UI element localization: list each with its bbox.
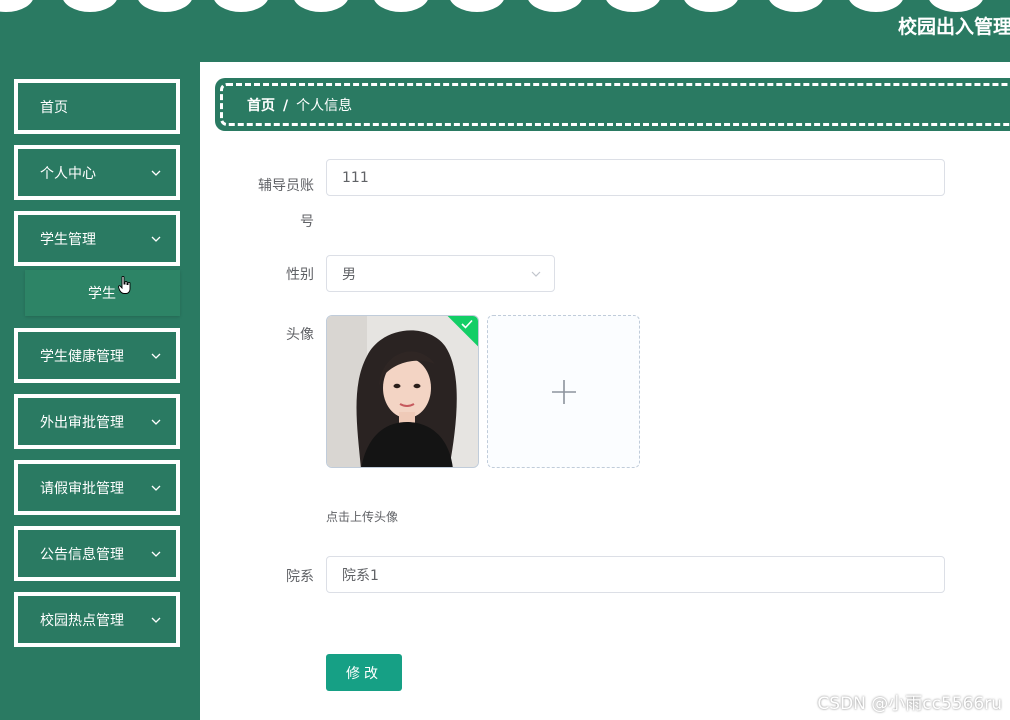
chevron-down-icon — [151, 236, 161, 242]
chevron-down-icon — [151, 485, 161, 491]
chevron-down-icon — [151, 419, 161, 425]
chevron-down-icon — [151, 170, 161, 176]
breadcrumb-current: 个人信息 — [296, 97, 353, 114]
submit-button[interactable]: 修改 — [326, 654, 402, 691]
sidebar-item-home[interactable]: 首页 — [14, 79, 180, 134]
sidebar-item-outing-approval-management[interactable]: 外出审批管理 — [14, 394, 180, 449]
breadcrumb-separator: / — [283, 97, 289, 114]
account-label-line1: 辅导员账 — [258, 178, 314, 194]
watermark-text: CSDN @小雨cc5566ru — [817, 694, 1002, 714]
avatar-photo — [327, 316, 478, 467]
sidebar-item-label: 外出审批管理 — [40, 414, 124, 431]
breadcrumb-home-link[interactable]: 首页 — [247, 98, 275, 114]
breadcrumb-trail: 首页 / 个人信息 — [247, 95, 352, 115]
department-field-label: 院系 — [286, 569, 314, 585]
sidebar-item-student-health-management[interactable]: 学生健康管理 — [14, 328, 180, 383]
chevron-down-icon — [151, 551, 161, 557]
account-label-line2: 号 — [300, 214, 314, 230]
gender-field-label: 性别 — [286, 267, 314, 283]
sidebar-item-label: 首页 — [40, 99, 68, 116]
chevron-down-icon — [151, 617, 161, 623]
avatar-preview[interactable] — [326, 315, 479, 468]
avatar-upload-button[interactable] — [487, 315, 640, 468]
sidebar-item-label: 校园热点管理 — [40, 612, 124, 629]
sidebar-item-label: 个人中心 — [40, 165, 96, 182]
sidebar-item-student-management[interactable]: 学生管理 — [14, 211, 180, 266]
site-title: 校园出入管理 — [897, 16, 1010, 38]
chevron-down-icon — [531, 271, 541, 277]
sidebar-item-label: 学生健康管理 — [40, 348, 124, 365]
sidebar-item-personal-center[interactable]: 个人中心 — [14, 145, 180, 200]
check-icon — [461, 319, 473, 329]
breadcrumb: 首页 / 个人信息 — [215, 78, 1010, 131]
sidebar-item-campus-hotspot-management[interactable]: 校园热点管理 — [14, 592, 180, 647]
gender-select-value: 男 — [342, 266, 356, 283]
sidebar-item-label: 学生管理 — [40, 231, 96, 248]
sidebar-subitem-label: 学生 — [88, 286, 116, 302]
top-header: 校园出入管理 — [0, 0, 1010, 62]
sidebar-item-leave-approval-management[interactable]: 请假审批管理 — [14, 460, 180, 515]
sidebar-item-label: 公告信息管理 — [40, 546, 124, 563]
account-input[interactable]: 111 — [326, 159, 945, 196]
plus-icon — [551, 379, 576, 404]
pointer-cursor-icon — [118, 276, 131, 294]
account-field-label: 辅导员账 号 — [240, 168, 314, 240]
avatar-field-label: 头像 — [286, 327, 314, 343]
sidebar-item-label: 请假审批管理 — [40, 480, 124, 497]
sidebar-subitem-student[interactable]: 学生 — [25, 270, 180, 316]
department-input[interactable]: 院系1 — [326, 556, 945, 593]
avatar-upload-tip: 点击上传头像 — [326, 510, 399, 524]
chevron-down-icon — [151, 353, 161, 359]
sidebar-item-announcement-management[interactable]: 公告信息管理 — [14, 526, 180, 581]
gender-select[interactable]: 男 — [326, 255, 555, 292]
header-scallop-decoration — [0, 0, 1010, 14]
